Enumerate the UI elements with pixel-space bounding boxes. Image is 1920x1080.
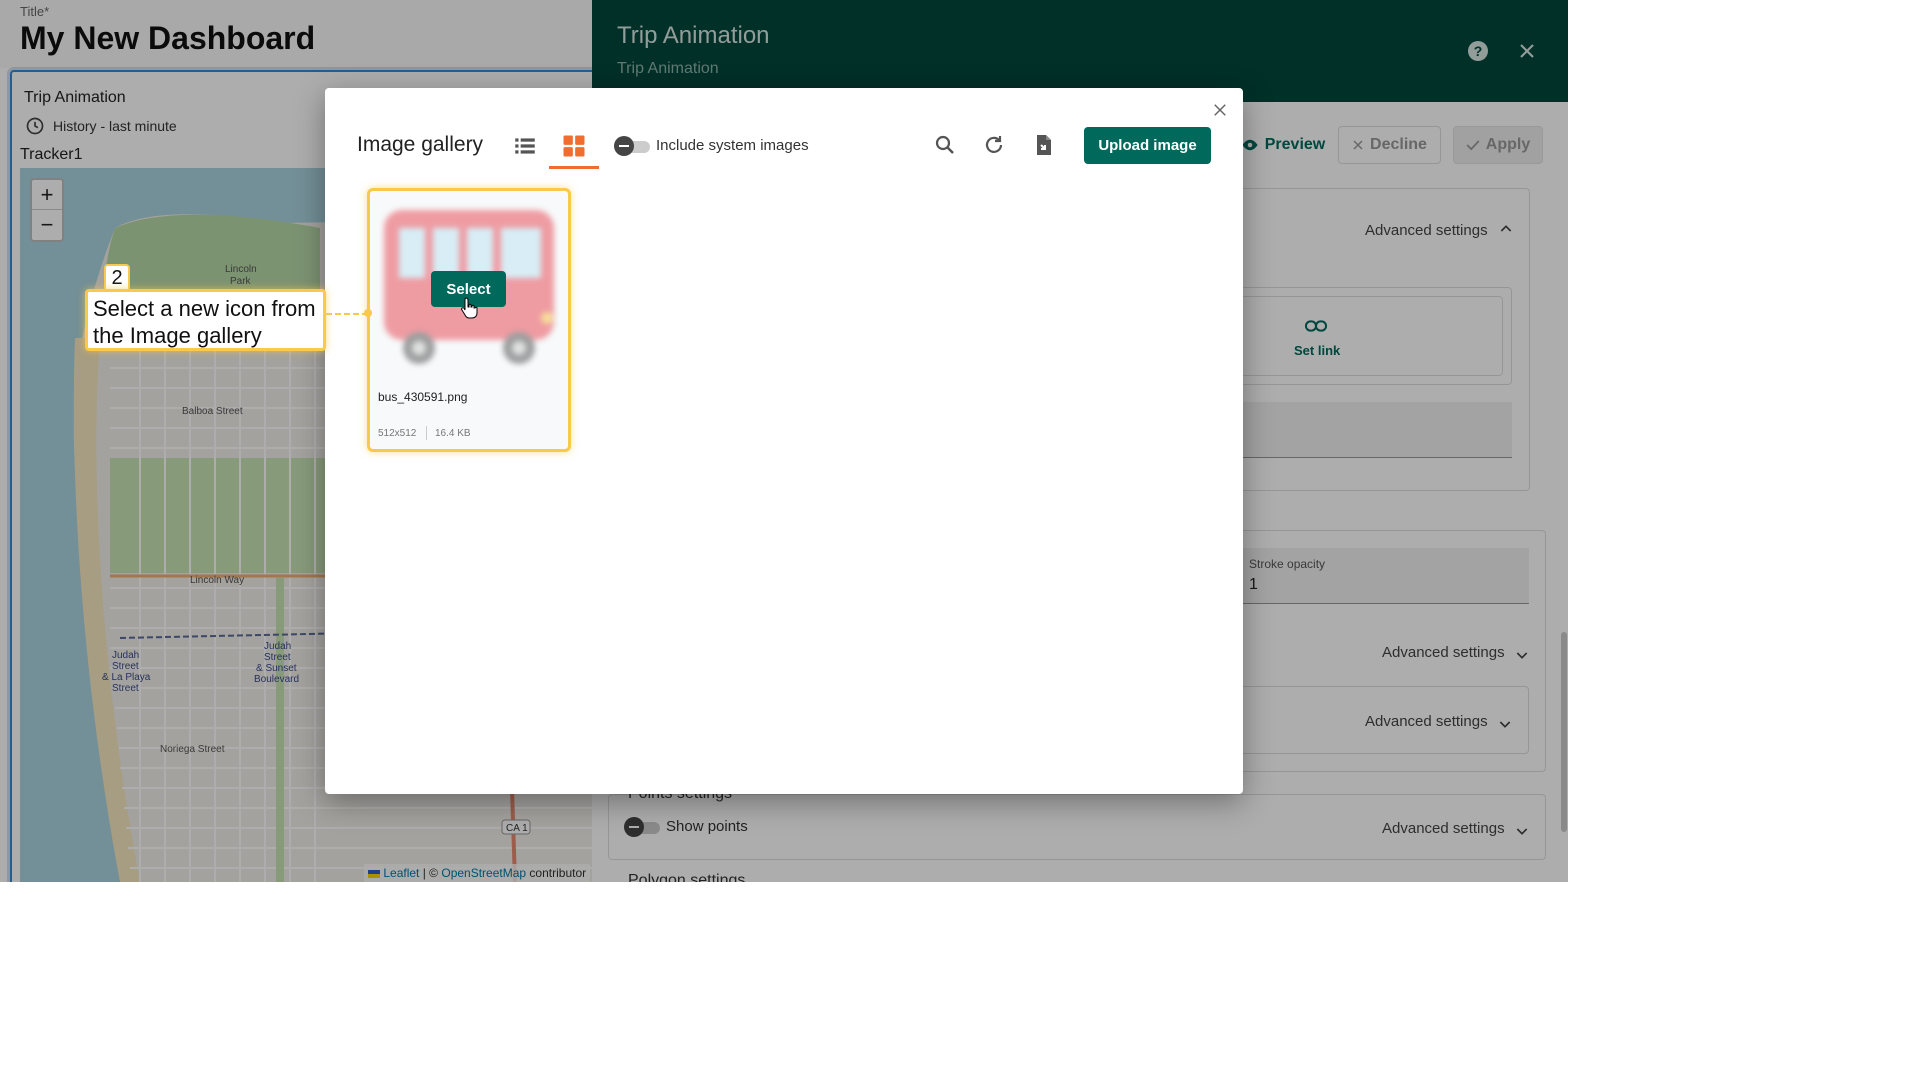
- tutorial-callout: Select a new icon from the Image gallery: [85, 289, 326, 351]
- callout-connector-dot: [364, 309, 372, 317]
- image-filename: bus_430591.png: [378, 390, 468, 404]
- callout-connector: [326, 313, 368, 315]
- upload-image-button[interactable]: Upload image: [1084, 127, 1211, 164]
- hand-cursor-icon: [461, 297, 478, 319]
- image-dimensions: 512x512: [378, 428, 417, 439]
- divider: [426, 426, 427, 440]
- dialog-title: Image gallery: [357, 133, 484, 156]
- active-view-indicator: [549, 166, 599, 169]
- image-file-size: 16.4 KB: [435, 428, 471, 439]
- list-view-icon[interactable]: [512, 133, 538, 159]
- import-file-icon[interactable]: [1031, 133, 1055, 157]
- step-badge: 2: [104, 264, 130, 292]
- refresh-icon[interactable]: [982, 133, 1006, 157]
- include-system-images-label: Include system images: [656, 137, 809, 154]
- include-system-images-toggle[interactable]: [614, 136, 652, 156]
- grid-view-icon[interactable]: [560, 132, 588, 160]
- search-icon[interactable]: [933, 133, 957, 157]
- close-icon[interactable]: [1211, 101, 1229, 119]
